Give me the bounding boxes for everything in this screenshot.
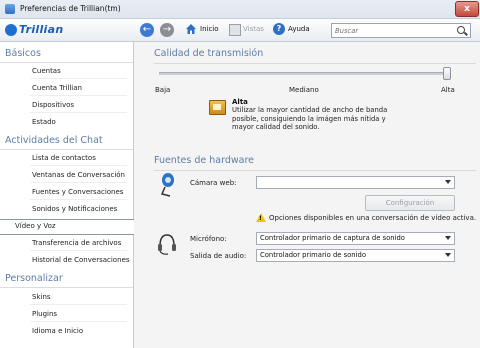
sidebar-item-label: Fuentes y Conversaciones — [32, 188, 124, 196]
webcam-icon — [160, 173, 174, 197]
warning-text: Opciones disponibles en una conversación… — [269, 214, 477, 222]
sidebar-item-dispositivos[interactable]: Dispositivos — [0, 99, 133, 113]
slider-high-label: Alta — [441, 86, 455, 94]
sidebar-item-ventanas[interactable]: Ventanas de Conversación — [0, 169, 133, 183]
sidebar-item-idioma[interactable]: Idioma e Inicio — [0, 325, 133, 339]
sidebar-item-label: Ventanas de Conversación — [32, 171, 125, 179]
sidebar-item-transferencia[interactable]: Transferencia de archivos — [0, 237, 133, 251]
sidebar-item-label: Lista de contactos — [32, 154, 96, 162]
help-button[interactable]: Ayuda — [288, 25, 310, 33]
trillian-logo: Trillian — [5, 22, 95, 38]
slider-mid-label: Mediano — [289, 86, 319, 94]
divider — [154, 63, 476, 64]
audio-out-select[interactable]: Controlador primario de sonido — [256, 249, 455, 262]
section-personalizar-header: Personalizar — [5, 273, 63, 284]
sidebar-item-label: Estado — [32, 118, 56, 126]
configuration-button-label: Configuración — [385, 199, 435, 207]
toolbar: Trillian ← → Inicio Vistas ? Ayuda — [0, 19, 480, 42]
chevron-down-icon[interactable] — [445, 180, 451, 184]
microphone-select[interactable]: Controlador primario de captura de sonid… — [256, 232, 455, 245]
divider — [0, 62, 133, 63]
camera-label: Cámara web: — [190, 179, 237, 187]
back-arrow-icon[interactable]: ← — [140, 23, 154, 37]
app-icon — [5, 4, 15, 14]
sidebar-item-lista-contactos[interactable]: Lista de contactos — [0, 152, 133, 166]
section-actividades-header: Actividades del Chat — [5, 135, 103, 146]
slider-low-label: Baja — [155, 86, 171, 94]
microphone-select-value: Controlador primario de captura de sonid… — [260, 234, 405, 242]
sidebar-item-label: Historial de Conversaciones — [32, 256, 130, 264]
title-bar: Preferencias de Trillian(tm) x — [0, 0, 480, 19]
divider — [154, 170, 476, 171]
sidebar-item-cuentas[interactable]: Cuentas — [0, 65, 133, 79]
sidebar-item-video-voz[interactable]: Vídeo y Voz — [0, 219, 134, 235]
section-basicos-header: Básicos — [5, 48, 41, 59]
close-button[interactable]: x — [455, 1, 479, 17]
help-icon[interactable]: ? — [273, 23, 285, 35]
audio-out-select-value: Controlador primario de sonido — [260, 251, 366, 259]
sidebar-item-label: Plugins — [32, 310, 58, 318]
divider — [0, 287, 133, 288]
quality-slider-track[interactable] — [159, 72, 447, 75]
forward-arrow-icon[interactable]: → — [160, 23, 174, 37]
sidebar: Básicos Cuentas Cuenta Trillian Disposit… — [0, 42, 134, 348]
sidebar-item-label: Sonidos y Notificaciones — [32, 205, 118, 213]
microphone-label: Micrófono: — [190, 235, 227, 243]
search-input[interactable] — [335, 24, 453, 37]
chevron-down-icon[interactable] — [445, 236, 451, 240]
sidebar-item-cuenta-trillian[interactable]: Cuenta Trillian — [0, 82, 133, 96]
sidebar-item-fuentes[interactable]: Fuentes y Conversaciones — [0, 186, 133, 200]
hardware-header: Fuentes de hardware — [154, 155, 255, 166]
warning-icon-mark: ! — [259, 215, 262, 222]
sidebar-item-sonidos[interactable]: Sonidos y Notificaciones — [0, 203, 133, 217]
quality-slider-thumb[interactable] — [443, 67, 451, 80]
sidebar-item-estado[interactable]: Estado — [0, 116, 133, 130]
logo-text: Trillian — [19, 23, 64, 36]
sidebar-item-label: Idioma e Inicio — [32, 327, 84, 335]
vistas-icon — [229, 24, 241, 36]
home-button[interactable]: Inicio — [200, 25, 219, 33]
sidebar-item-plugins[interactable]: Plugins — [0, 308, 133, 322]
vistas-button: Vistas — [243, 25, 264, 33]
sidebar-item-label: Transferencia de archivos — [32, 239, 122, 247]
chevron-down-icon[interactable] — [445, 253, 451, 257]
home-icon[interactable] — [185, 23, 197, 35]
audio-out-label: Salida de audio: — [190, 252, 247, 260]
sidebar-item-label: Vídeo y Voz — [15, 222, 56, 230]
sidebar-item-label: Cuenta Trillian — [32, 84, 82, 92]
quality-title: Alta — [232, 98, 248, 106]
camera-select[interactable] — [256, 176, 455, 189]
sidebar-item-label: Skins — [32, 293, 51, 301]
divider — [0, 149, 133, 150]
preferences-window: Preferencias de Trillian(tm) x Trillian … — [0, 0, 480, 348]
window-title: Preferencias de Trillian(tm) — [20, 4, 121, 13]
transmission-header: Calidad de transmisión — [154, 48, 264, 59]
main-panel: Calidad de transmisión Baja Mediano Alta… — [134, 42, 480, 348]
trillian-logo-icon — [5, 24, 17, 36]
sidebar-item-label: Cuentas — [32, 67, 61, 75]
configuration-button: Configuración — [365, 195, 455, 211]
headset-icon — [158, 234, 176, 255]
search-icon[interactable] — [457, 26, 465, 34]
search-box[interactable] — [331, 23, 471, 38]
sidebar-item-skins[interactable]: Skins — [0, 291, 133, 305]
sidebar-item-label: Dispositivos — [32, 101, 75, 109]
quality-icon — [209, 100, 226, 115]
sidebar-item-historial[interactable]: Historial de Conversaciones — [0, 254, 133, 268]
quality-description: Utilizar la mayor cantidad de ancho de b… — [232, 106, 388, 131]
